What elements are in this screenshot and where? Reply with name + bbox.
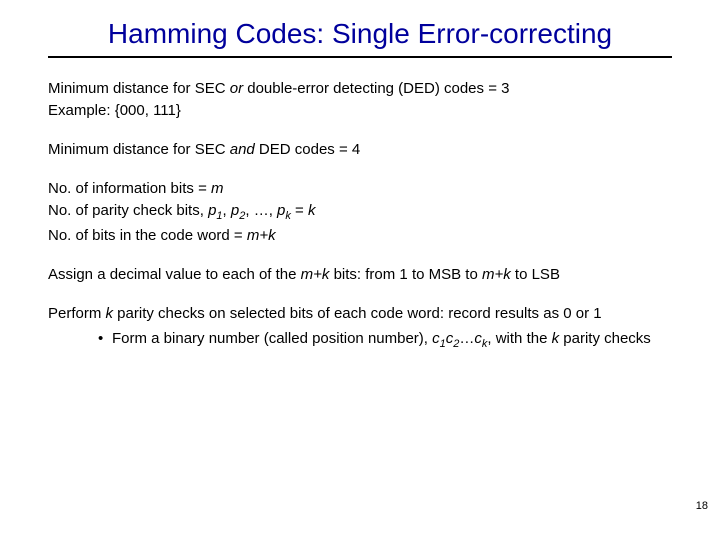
var-mk: m+k xyxy=(247,227,276,244)
block-min-dist-or: Minimum distance for SEC or double-error… xyxy=(48,78,672,121)
line: No. of parity check bits, p1, p2, …, pk … xyxy=(48,200,672,224)
page-number: 18 xyxy=(696,500,708,512)
text: … xyxy=(459,330,474,347)
text: Minimum distance for SEC xyxy=(48,80,230,97)
block-parity: Perform k parity checks on selected bits… xyxy=(48,303,672,352)
text: DED codes = 4 xyxy=(255,141,360,158)
text: bits: from 1 to MSB to xyxy=(329,266,482,283)
var-m: m xyxy=(211,180,224,197)
text: double-error detecting (DED) codes = 3 xyxy=(243,80,509,97)
text: , xyxy=(223,202,231,219)
text: Minimum distance for SEC xyxy=(48,141,230,158)
text: No. of parity check bits, xyxy=(48,202,208,219)
var-mk: m+k xyxy=(482,266,511,283)
text: to LSB xyxy=(511,266,560,283)
text: No. of information bits = xyxy=(48,180,211,197)
var-k: k xyxy=(552,330,560,347)
emph-or: or xyxy=(230,80,243,97)
block-min-dist-and: Minimum distance for SEC and DED codes =… xyxy=(48,139,672,160)
block-counts: No. of information bits = m No. of parit… xyxy=(48,178,672,246)
text: , with the xyxy=(487,330,551,347)
line: Assign a decimal value to each of the m+… xyxy=(48,264,672,285)
text: parity checks on selected bits of each c… xyxy=(113,305,602,322)
text: Form a binary number (called position nu… xyxy=(112,330,432,347)
var-k: k xyxy=(106,305,114,322)
line: Example: {000, 111} xyxy=(48,100,672,121)
text: No. of bits in the code word = xyxy=(48,227,247,244)
slide: Hamming Codes: Single Error-correcting M… xyxy=(0,0,720,540)
text: Perform xyxy=(48,305,106,322)
var-k: k xyxy=(308,202,316,219)
var-c: c xyxy=(432,330,440,347)
emph-and: and xyxy=(230,141,255,158)
line: Minimum distance for SEC and DED codes =… xyxy=(48,139,672,160)
block-assign: Assign a decimal value to each of the m+… xyxy=(48,264,672,285)
text: , …, xyxy=(245,202,277,219)
text: parity checks xyxy=(559,330,651,347)
slide-title: Hamming Codes: Single Error-correcting xyxy=(48,18,672,50)
line: No. of bits in the code word = m+k xyxy=(48,225,672,246)
text: = xyxy=(291,202,308,219)
line: Minimum distance for SEC or double-error… xyxy=(48,78,672,99)
var-mk: m+k xyxy=(301,266,330,283)
var-p: p xyxy=(231,202,239,219)
text: Assign a decimal value to each of the xyxy=(48,266,301,283)
title-underline xyxy=(48,56,672,58)
bullet-dot-icon: • xyxy=(98,328,112,349)
var-c: c xyxy=(474,330,482,347)
bullet-item: • Form a binary number (called position … xyxy=(98,328,672,352)
line: Perform k parity checks on selected bits… xyxy=(48,303,672,324)
line: No. of information bits = m xyxy=(48,178,672,199)
bullet-text: Form a binary number (called position nu… xyxy=(112,328,672,352)
